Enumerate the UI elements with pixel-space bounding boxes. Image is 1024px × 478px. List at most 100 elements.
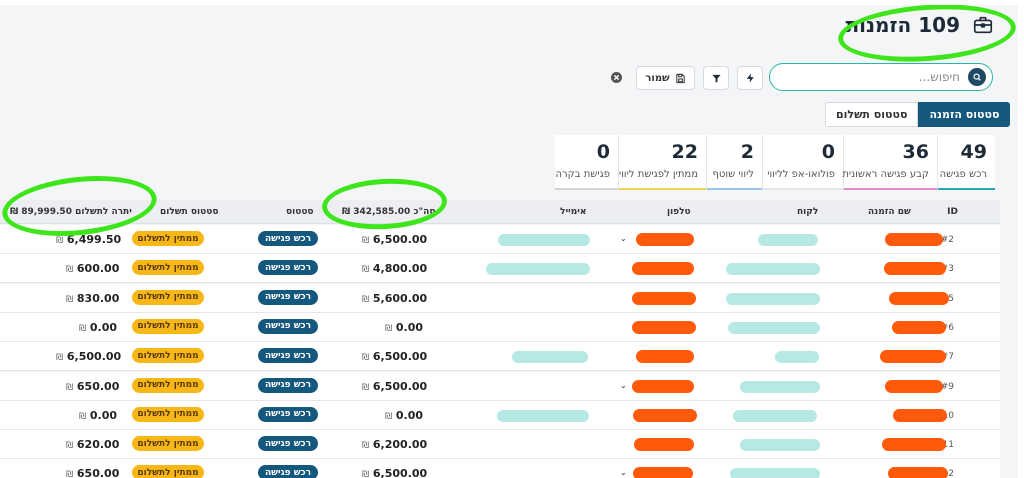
status-badge[interactable]: רכש פגישה (258, 465, 318, 478)
stat-card[interactable]: 2 ליווי שוטף (706, 135, 762, 190)
column-header-phone[interactable]: טלפון (667, 207, 691, 217)
redacted-email (486, 263, 590, 276)
stat-card[interactable]: 36 קבע פגישה ראשונית (842, 135, 937, 190)
column-header-status[interactable]: סטטוס (286, 207, 314, 217)
balance-due: ₪ 620.00 (66, 438, 119, 451)
order-total: ₪ 6,500.00 (362, 380, 427, 393)
redacted-phone (632, 262, 694, 276)
currency-symbol: ₪ (362, 236, 370, 246)
payment-status-badge[interactable]: ממתין לתשלום (132, 348, 204, 364)
stat-card[interactable]: 0 פולואו-אפ לליווי (762, 135, 843, 190)
balance-value: 0.00 (89, 408, 118, 422)
stat-color-bar (555, 188, 618, 190)
redacted-phone (632, 320, 696, 334)
balance-due: ₪ 830.00 (66, 292, 119, 305)
redacted-order-name (885, 379, 943, 393)
column-header-email[interactable]: אימייל (560, 207, 586, 217)
payment-status-badge[interactable]: ממתין לתשלום (132, 377, 204, 393)
currency-symbol: ₪ (362, 265, 370, 276)
payment-status-badge[interactable]: ממתין לתשלום (132, 318, 204, 334)
stat-label: ליווי שוטף (712, 169, 754, 180)
payment-status-badge[interactable]: ממתין לתשלום (132, 436, 204, 452)
status-badge[interactable]: רכש פגישה (258, 289, 318, 305)
total-value: 6,500.00 (372, 467, 428, 478)
chevron-down-icon[interactable]: ⌄ (620, 468, 627, 477)
status-cards: 49 רכש פגישה 36 קבע פגישה ראשונית 0 פולו… (555, 135, 995, 190)
tab-order-status[interactable]: סטטוס הזמנה (918, 102, 1011, 127)
balance-due: ₪ 6,500.00 (56, 350, 121, 363)
total-value: 5,600.00 (372, 291, 428, 305)
orders-page: 109 הזמנות שמור סטטוס הזמנה סטטוס תשלום … (0, 5, 1018, 478)
order-total: ₪ 6,500.00 (362, 350, 427, 363)
total-value: 4,800.00 (372, 262, 428, 276)
payment-status-badge[interactable]: ממתין לתשלום (132, 406, 204, 422)
redacted-customer (740, 380, 820, 393)
status-badge[interactable]: רכש פגישה (258, 406, 318, 422)
table-row[interactable]: #5₪ 5,600.00רכש פגישהממתין לתשלום₪ 830.0… (0, 283, 1000, 313)
clear-filters-button[interactable] (611, 72, 622, 83)
currency-symbol: ₪ (362, 441, 370, 452)
currency-symbol: ₪ (66, 441, 74, 452)
balance-due: ₪ 0.00 (79, 409, 117, 422)
table-row[interactable]: #9 ⌄ ₪ 6,500.00 רכש פגישה ממתין לתשלום ₪ 650.… (0, 371, 1000, 401)
currency-symbol: ₪ (385, 411, 393, 422)
redacted-phone (633, 467, 693, 478)
column-header-id[interactable]: ID (947, 207, 958, 217)
status-badge[interactable]: רכש פגישה (258, 436, 318, 452)
currency-symbol: ₪ (79, 323, 87, 334)
total-value: 6,500.00 (372, 350, 428, 364)
redacted-phone (632, 291, 696, 305)
search-icon[interactable] (968, 68, 986, 86)
status-badge[interactable]: רכש פגישה (258, 318, 318, 334)
redacted-customer (726, 263, 820, 276)
currency-symbol: ₪ (362, 382, 370, 393)
save-button[interactable]: שמור (636, 66, 695, 90)
redacted-order-name (889, 291, 949, 305)
status-badge[interactable]: רכש פגישה (258, 260, 318, 276)
balance-due: ₪ 650.00 (66, 380, 119, 393)
status-badge[interactable]: רכש פגישה (258, 348, 318, 364)
redacted-email (498, 234, 590, 246)
balance-value: 0.00 (89, 320, 118, 334)
redacted-order-name (892, 320, 946, 334)
chevron-down-icon[interactable]: ⌄ (620, 381, 627, 390)
table-row[interactable]: #2 ⌄ ₪ 6,500.00 רכש פגישה ממתין לתשלום ₪ 6,49… (0, 225, 1000, 254)
search-input[interactable] (776, 70, 960, 84)
currency-symbol: ₪ (66, 265, 74, 276)
table-row[interactable]: #6 ₪ 0.00 רכש פגישה ממתין לתשלום ₪ 0.00 (0, 312, 1000, 342)
stat-card[interactable]: 22 ממתין לפגישת ליווי (618, 135, 706, 190)
stat-color-bar (763, 188, 843, 190)
table-row[interactable]: #7 ₪ 6,500.00 רכש פגישה ממתין לתשלום ₪ 6,500… (0, 342, 1000, 372)
save-icon (675, 73, 685, 83)
stat-label: רכש פגישה (939, 169, 987, 180)
order-total: ₪ 0.00 (385, 409, 423, 422)
tab-payment-status[interactable]: סטטוס תשלום (825, 102, 919, 127)
table-row[interactable]: #11₪ 6,200.00רכש פגישהממתין לתשלום₪ 620.… (0, 430, 1000, 460)
balance-value: 620.00 (76, 438, 120, 452)
stat-card[interactable]: 49 רכש פגישה (937, 135, 995, 190)
currency-symbol: ₪ (66, 294, 74, 305)
order-total: ₪ 5,600.00 (362, 292, 427, 305)
redacted-email (512, 351, 588, 364)
filter-button[interactable] (703, 66, 729, 90)
column-header-customer[interactable]: לקוח (797, 207, 818, 217)
chevron-down-icon[interactable]: ⌄ (620, 234, 627, 243)
stat-value: 49 (960, 141, 987, 163)
search-box[interactable] (769, 63, 993, 91)
quick-actions-button[interactable] (737, 66, 763, 90)
payment-status-badge[interactable]: ממתין לתשלום (132, 231, 204, 246)
currency-symbol: ₪ (362, 470, 370, 478)
payment-status-badge[interactable]: ממתין לתשלום (132, 289, 204, 305)
stat-card[interactable]: 0 פגישת בקרה (555, 135, 618, 190)
payment-status-badge[interactable]: ממתין לתשלום (132, 465, 204, 478)
currency-symbol: ₪ (66, 382, 74, 393)
status-badge[interactable]: רכש פגישה (258, 377, 318, 393)
column-header-order-name[interactable]: שם הזמנה (868, 207, 911, 217)
column-header-payment-status[interactable]: סטטוס תשלום (160, 207, 218, 217)
currency-symbol: ₪ (56, 236, 64, 246)
table-row[interactable]: #3 ₪ 4,800.00 רכש פגישה ממתין לתשלום ₪ 600.0… (0, 254, 1000, 284)
payment-status-badge[interactable]: ממתין לתשלום (132, 260, 204, 276)
status-badge[interactable]: רכש פגישה (258, 231, 318, 246)
table-row[interactable]: #10₪ 0.00רכש פגישהממתין לתשלום₪ 0.00 (0, 400, 1000, 430)
table-row[interactable]: #12⌄₪ 6,500.00רכש פגישהממתין לתשלום₪ 650… (0, 459, 1000, 478)
